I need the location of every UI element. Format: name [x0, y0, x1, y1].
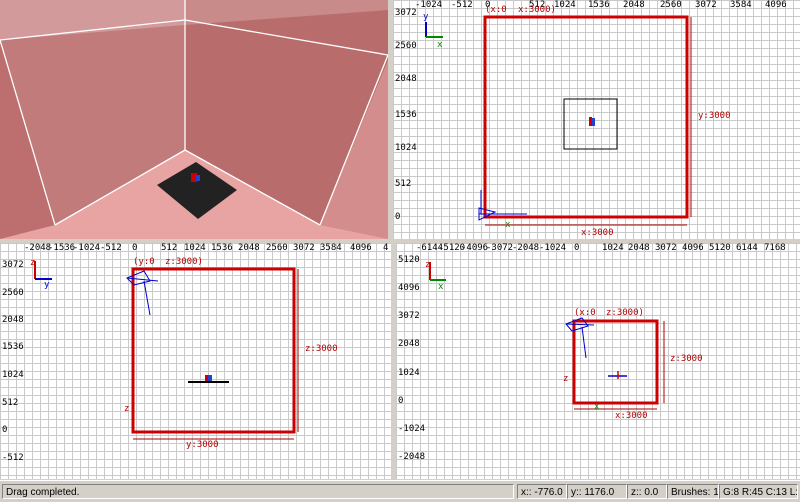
- top-viewport[interactable]: -1024 -512 0 512 1024 1536 2048 2560 307…: [393, 0, 800, 239]
- side-viewport[interactable]: -2048 -1536 -1024 -512 0 512 1024 1536 2…: [0, 243, 391, 479]
- size-x-label: x:3000): [518, 5, 556, 15]
- side-axis-label: z: [124, 404, 130, 414]
- axis-label-z: z: [425, 260, 431, 270]
- splitter-vertical[interactable]: [388, 0, 393, 239]
- axis-label-y: y: [44, 280, 50, 290]
- size-right-label: z:3000: [670, 354, 703, 364]
- status-coord-z: z:: 0.0: [627, 484, 667, 499]
- size-bottom-label: y:3000: [186, 440, 219, 450]
- status-coord-y: y:: 1176.0: [567, 484, 627, 499]
- camera-scene: [0, 0, 388, 239]
- camera-view-line: [565, 323, 595, 326]
- coord-label: (y:0: [133, 257, 155, 267]
- entity-marker: [205, 375, 208, 381]
- size-bottom-label: x:3000: [581, 228, 614, 238]
- cursor-marker: x: [505, 220, 511, 230]
- status-counts: Brushes: 1 Entities: 3: [667, 484, 719, 499]
- entity-marker-blue: [592, 118, 595, 126]
- brush-outline: [131, 267, 296, 434]
- axis-label-x: x: [437, 40, 443, 50]
- camera-viewport[interactable]: [0, 0, 388, 239]
- front-viewport[interactable]: -6144 -5120 -4096 -3072 -2048 -1024 0 10…: [396, 243, 800, 479]
- axis-label-y: y: [423, 12, 429, 22]
- size-y-label: y:3000: [698, 111, 731, 121]
- status-bar: Drag completed. x:: -776.0 y:: 1176.0 z:…: [0, 480, 800, 502]
- entity-marker-blue: [196, 175, 200, 181]
- coord-label: (x:0: [574, 308, 596, 318]
- size-bottom-label: x:3000: [615, 411, 648, 421]
- brush-outline: [572, 319, 659, 405]
- camera-view-line: [143, 280, 151, 316]
- size-z-label: z:3000): [606, 308, 644, 318]
- axis-label-x: x: [438, 282, 444, 292]
- front-view-drawing: [429, 262, 665, 410]
- camera-view-line: [581, 326, 587, 359]
- status-coord-x: x:: -776.0: [517, 484, 567, 499]
- entity-marker: [589, 117, 592, 126]
- side-axis-label: z: [563, 374, 569, 384]
- status-message: Drag completed.: [2, 484, 514, 499]
- cursor-marker: x: [594, 402, 600, 412]
- size-right-label: z:3000: [305, 344, 338, 354]
- top-view-drawing: [425, 15, 692, 226]
- size-z-label: z:3000): [165, 257, 203, 267]
- entity-marker-blue: [208, 375, 212, 381]
- status-grid: G:8 R:45 C:13 L:MR: [719, 484, 798, 499]
- axis-label-z: z: [30, 258, 36, 268]
- coord-label: (x:0: [485, 5, 507, 15]
- brush-outline: [483, 15, 689, 219]
